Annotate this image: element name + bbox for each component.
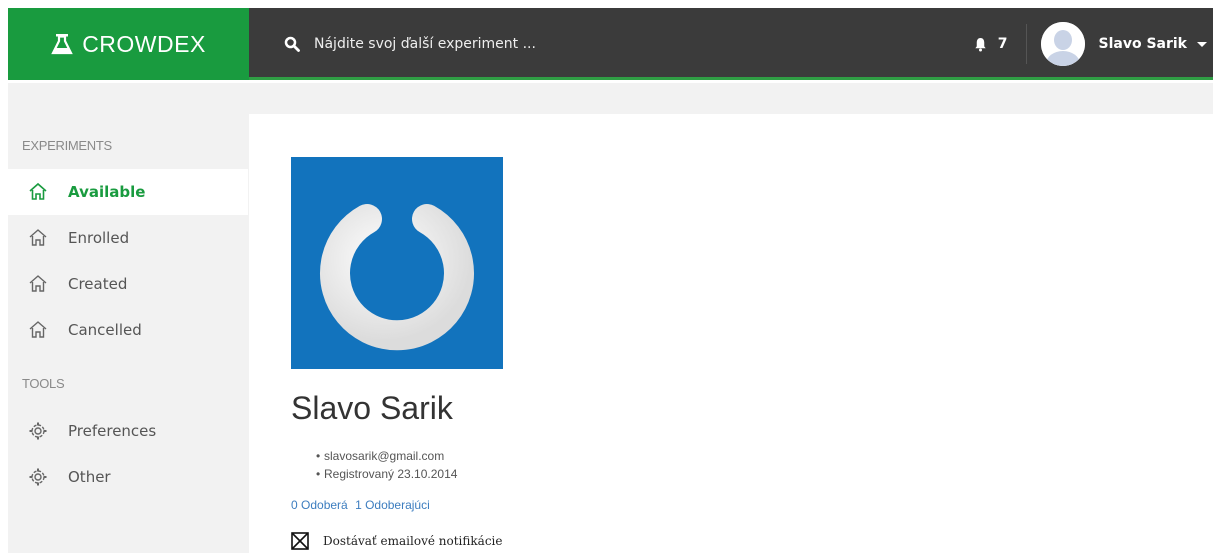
divider — [1025, 24, 1027, 64]
email-notifications-row: Dostávať emailové notifikácie — [291, 532, 502, 550]
home-icon — [29, 229, 47, 246]
sidebar-section-experiments: EXPERIMENTS — [22, 138, 112, 153]
brand-logo[interactable]: CROWDEX — [8, 8, 249, 80]
sidebar-item-label: Preferences — [68, 422, 157, 440]
home-icon — [29, 321, 47, 338]
sidebar-item-label: Available — [68, 183, 146, 201]
search-icon — [284, 36, 300, 52]
sidebar-item-label: Enrolled — [68, 229, 130, 247]
avatar[interactable] — [1040, 22, 1085, 66]
sidebar-item-preferences[interactable]: Preferences — [8, 408, 248, 454]
email-notifications-checkbox[interactable] — [291, 532, 309, 550]
sidebar-section-tools: TOOLS — [22, 376, 65, 391]
following-link[interactable]: 0 Odoberá — [291, 498, 348, 512]
sidebar-item-created[interactable]: Created — [8, 261, 248, 307]
sidebar-item-label: Other — [68, 468, 111, 486]
chevron-down-icon[interactable] — [1197, 41, 1207, 47]
power-logo-icon — [320, 188, 474, 351]
sidebar-item-available[interactable]: Available — [8, 169, 248, 215]
gear-icon — [29, 422, 47, 440]
home-icon — [29, 182, 47, 200]
sidebar-item-label: Created — [68, 275, 128, 293]
search-input[interactable]: Nájdite svoj ďalší experiment ... — [314, 36, 536, 52]
home-icon — [29, 275, 47, 292]
profile-details: slavosarik@gmail.com Registrovaný 23.10.… — [316, 447, 457, 483]
sidebar-item-cancelled[interactable]: Cancelled — [8, 307, 248, 353]
bell-icon — [975, 37, 986, 51]
follow-stats: 0 Odoberá 1 Odoberajúci — [291, 498, 434, 512]
brand-name: CROWDEX — [82, 30, 206, 57]
flask-icon — [51, 33, 73, 55]
notifications[interactable]: 7 — [973, 36, 1008, 52]
profile-picture — [291, 157, 503, 369]
followers-link[interactable]: 1 Odoberajúci — [355, 498, 430, 512]
search-bar[interactable]: Nájdite svoj ďalší experiment ... — [284, 8, 536, 80]
user-name[interactable]: Slavo Sarik — [1099, 36, 1188, 52]
sidebar-item-enrolled[interactable]: Enrolled — [8, 215, 248, 261]
gear-icon — [29, 468, 47, 486]
sidebar-item-label: Cancelled — [68, 321, 142, 339]
sidebar-item-other[interactable]: Other — [8, 454, 248, 500]
header-right: 7 Slavo Sarik — [973, 8, 1213, 80]
sidebar: EXPERIMENTS Available Enrolled Created C… — [8, 114, 248, 520]
top-bar: CROWDEX Nájdite svoj ďalší experiment ..… — [8, 8, 1213, 80]
profile-name: Slavo Sarik — [291, 390, 453, 426]
user-icon — [1040, 22, 1085, 66]
profile-registered: Registrovaný 23.10.2014 — [316, 465, 457, 483]
notification-count: 7 — [997, 36, 1008, 52]
email-notifications-label: Dostávať emailové notifikácie — [323, 534, 503, 548]
profile-email: slavosarik@gmail.com — [316, 447, 457, 465]
